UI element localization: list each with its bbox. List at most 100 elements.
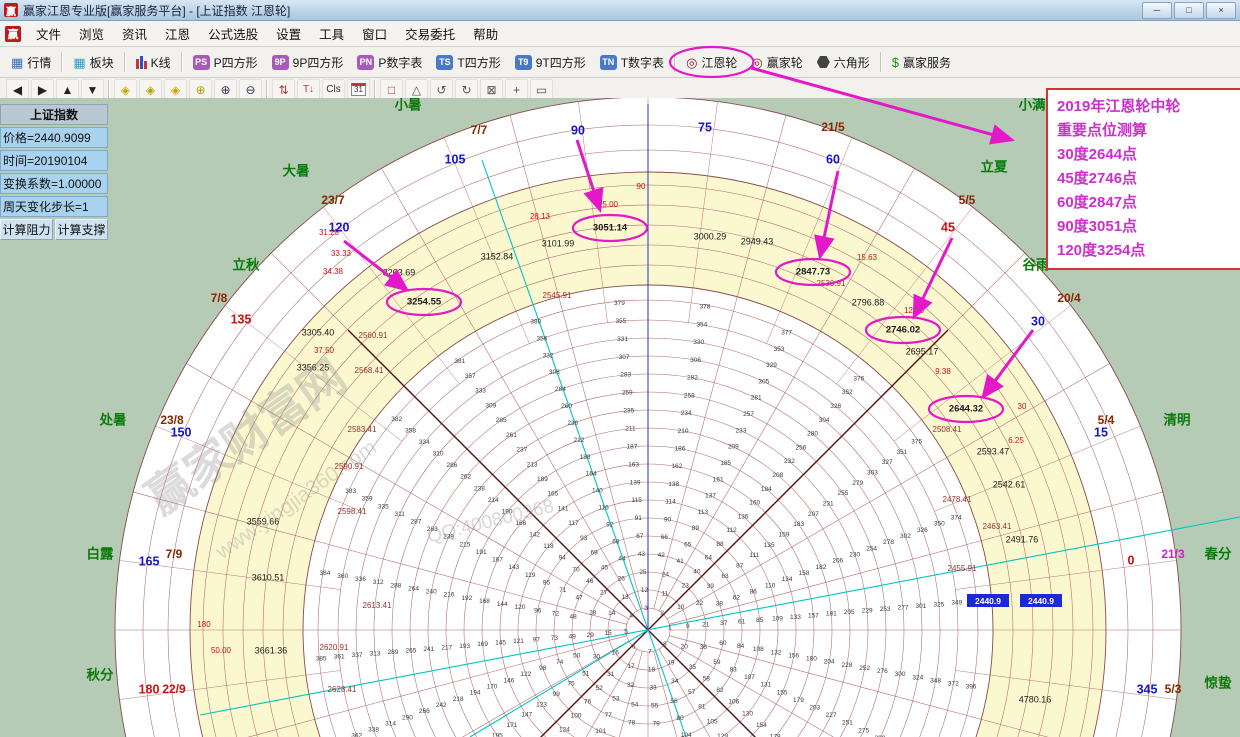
toolbar-item-gann-wheel[interactable]: ◎江恩轮: [679, 52, 744, 73]
tool-circle-plus[interactable]: ⊕: [189, 79, 212, 100]
wheel-degree-label: 15: [1094, 425, 1108, 439]
wheel-cell-number: 309: [485, 402, 496, 409]
menu-news[interactable]: 资讯: [113, 21, 156, 46]
wheel-cell-number: 262: [460, 474, 471, 481]
info-row[interactable]: 价格=2440.9099: [0, 127, 108, 148]
tool-back[interactable]: ◀: [6, 79, 29, 100]
p-table-label: P数字表: [378, 54, 422, 71]
wheel-cell-number: 69: [590, 550, 598, 557]
9t-square-label: 9T四方形: [536, 54, 586, 71]
toolbar-item-sectors[interactable]: ▦板块: [66, 52, 120, 73]
menu-window[interactable]: 窗口: [353, 21, 396, 46]
calc-resistance-button[interactable]: 计算阻力: [0, 219, 53, 240]
wheel-cell-number: 98: [539, 665, 547, 672]
tool-zoom-out[interactable]: ⊖: [239, 79, 262, 100]
menu-file[interactable]: 文件: [27, 21, 70, 46]
wheel-cell-number: 33: [649, 684, 657, 691]
wheel-price-label-inner: 2620.91: [320, 643, 349, 652]
wheel-cell-number: 112: [726, 527, 737, 534]
wheel-degree-label: 30: [1031, 314, 1045, 328]
wheel-solar-term-label: 春分: [1204, 546, 1233, 562]
tool-diamond-3[interactable]: ◈: [164, 79, 187, 100]
wheel-cell-number: 89: [692, 525, 700, 532]
wheel-cell-number: 101: [595, 728, 606, 735]
wheel-cell-number: 277: [898, 604, 909, 611]
wheel-cell-number: 143: [508, 564, 519, 571]
toolbar-item-kline[interactable]: K线: [129, 52, 178, 73]
menu-trading[interactable]: 交易委托: [396, 21, 464, 46]
wheel-cell-number: 158: [799, 570, 810, 577]
tool-calendar[interactable]: 31: [347, 79, 370, 100]
info-row[interactable]: 时间=20190104: [0, 150, 108, 171]
tool-filter[interactable]: ▼: [81, 79, 104, 100]
wheel-cell-number: 6: [632, 644, 636, 651]
wheel-cell-number: 280: [807, 431, 818, 438]
tool-boxed-x[interactable]: ⊠: [480, 79, 503, 100]
toolbar-item-9p-square[interactable]: 9P9P四方形: [265, 52, 351, 73]
menu-tools[interactable]: 工具: [310, 21, 353, 46]
wheel-cell-number: 116: [598, 505, 609, 512]
wheel-cell-number: 48: [570, 614, 578, 621]
up-icon: ▲: [62, 83, 74, 97]
calc-support-button[interactable]: 计算支撑: [55, 219, 108, 240]
toolbar-item-9t-square[interactable]: T99T四方形: [508, 52, 593, 73]
wheel-cell-number: 303: [867, 470, 878, 477]
wheel-cell-number: 45: [601, 564, 609, 571]
maximize-button[interactable]: □: [1174, 2, 1204, 19]
close-button[interactable]: ×: [1206, 2, 1236, 19]
9p-square-label: 9P四方形: [293, 54, 344, 71]
annotation-line: 2019年江恩轮中轮: [1057, 95, 1239, 119]
wheel-cell-number: 28: [589, 609, 597, 616]
info-row[interactable]: 变换系数=1.00000: [0, 173, 108, 194]
wheel-cell-number: 206: [832, 558, 843, 565]
menu-gann[interactable]: 江恩: [156, 21, 199, 46]
tool-crosshair[interactable]: +: [505, 79, 528, 100]
menu-stock-picker[interactable]: 公式选股: [199, 21, 267, 46]
tool-rotate-right[interactable]: ↻: [455, 79, 478, 100]
wheel-cell-number: 53: [612, 696, 620, 703]
tool-rotate-left[interactable]: ↺: [430, 79, 453, 100]
wheel-cell-number: 311: [394, 511, 405, 518]
calendar-icon: 31: [351, 83, 366, 96]
wheel-fraction-label: 12.50: [904, 306, 925, 315]
toolbar-item-p-square[interactable]: PSP四方形: [186, 52, 265, 73]
tool-zoom-in[interactable]: ⊕: [214, 79, 237, 100]
menu-bar: 赢 文件浏览资讯江恩公式选股设置工具窗口交易委托帮助: [0, 21, 1240, 47]
tool-triangle-tool[interactable]: △: [405, 79, 428, 100]
tool-t-down[interactable]: T↓: [297, 79, 320, 100]
wheel-cell-number: 358: [405, 427, 416, 434]
minimize-button[interactable]: ─: [1142, 2, 1172, 19]
tool-diamond-2[interactable]: ◈: [139, 79, 162, 100]
wheel-cell-number: 124: [559, 726, 570, 733]
wheel-cell-number: 350: [934, 521, 945, 528]
toolbar-item-hexagon[interactable]: 六角形: [810, 52, 877, 73]
wheel-solar-term-label: 处暑: [99, 412, 127, 428]
tool-dashed-rect[interactable]: ▭: [530, 79, 553, 100]
wheel-cell-number: 304: [819, 417, 830, 424]
tool-diamond-1[interactable]: ◈: [114, 79, 137, 100]
p-square-icon: PS: [193, 55, 210, 70]
tool-updown-percent[interactable]: ⇅: [272, 79, 295, 100]
gann-wheel-label: 江恩轮: [701, 54, 737, 71]
wheel-cell-number: 376: [853, 375, 864, 382]
toolbar-item-quotes[interactable]: ▦行情: [4, 52, 58, 73]
toolbar-item-winner-wheel[interactable]: ◎赢家轮: [744, 52, 809, 73]
tool-cls[interactable]: Cls: [322, 79, 345, 100]
menu-settings[interactable]: 设置: [267, 21, 310, 46]
toolbar-item-t-table[interactable]: TNT数字表: [593, 52, 671, 73]
wheel-solar-term-label: 秋分: [87, 667, 114, 683]
info-row[interactable]: 周天变化步长=1: [0, 196, 108, 217]
menu-help[interactable]: 帮助: [464, 21, 507, 46]
tool-forward[interactable]: ▶: [31, 79, 54, 100]
toolbar-item-t-square[interactable]: TST四方形: [429, 52, 507, 73]
wheel-cell-number: 111: [750, 552, 760, 559]
wheel-cell-number: 136: [738, 513, 749, 520]
wheel-cell-number: 378: [700, 304, 711, 311]
wheel-cell-number: 326: [917, 527, 928, 534]
menu-browse[interactable]: 浏览: [70, 21, 113, 46]
toolbar-item-p-table[interactable]: PNP数字表: [350, 52, 429, 73]
tool-up[interactable]: ▲: [56, 79, 79, 100]
tool-rect-tool[interactable]: □: [380, 79, 403, 100]
wheel-cell-number: 187: [627, 443, 638, 450]
toolbar-item-winner-service[interactable]: $赢家服务: [885, 52, 958, 73]
